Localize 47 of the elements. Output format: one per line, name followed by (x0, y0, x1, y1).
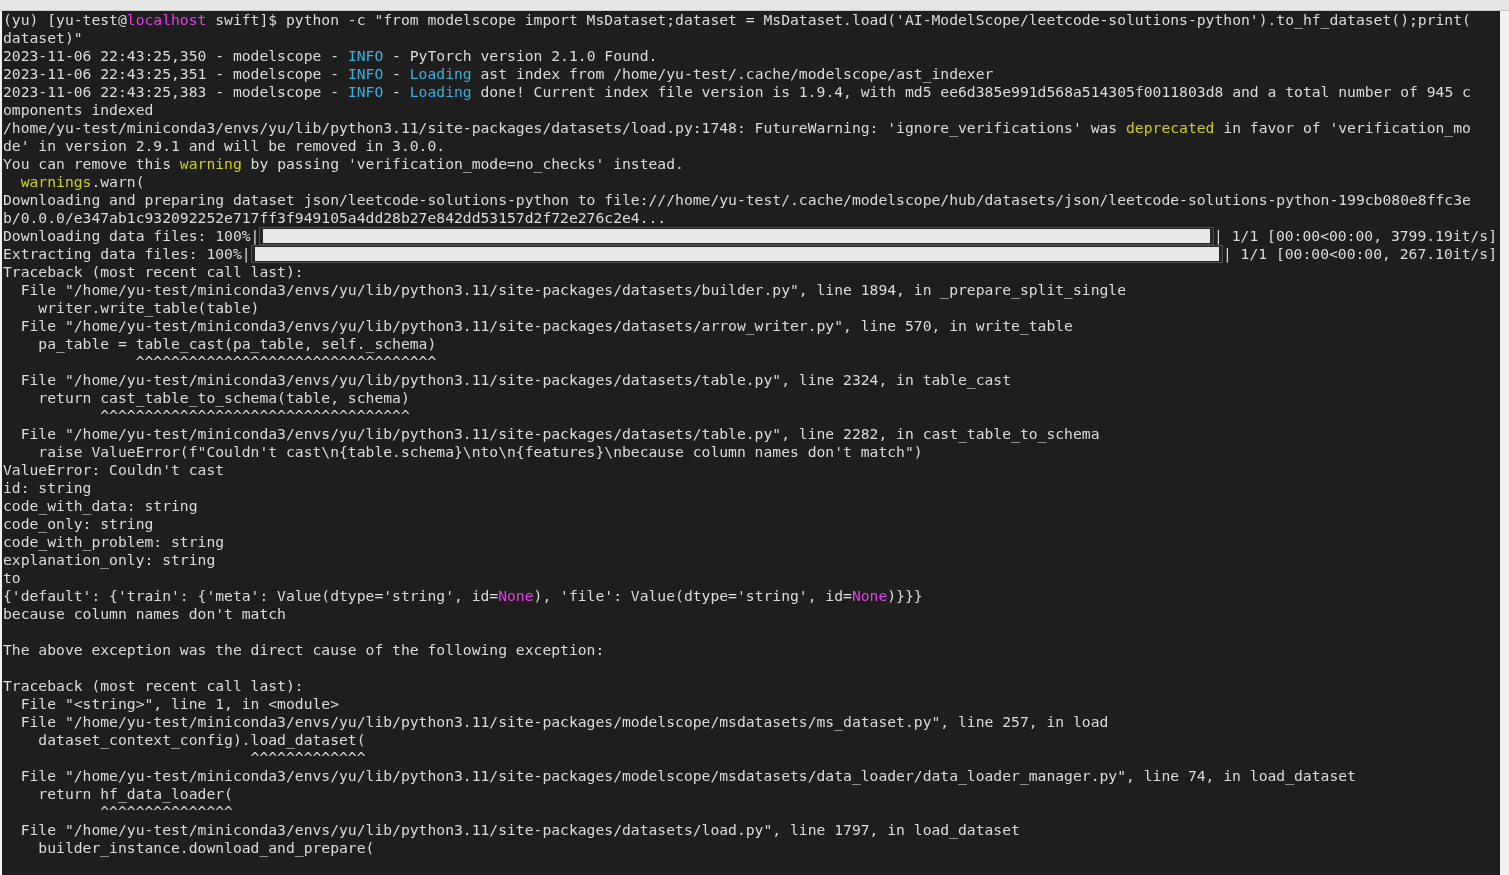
progress-label: Extracting data files: 100%| (3, 245, 251, 263)
error-caret-line: ^^^^^^^^^^^^^^^^^^^^^^^^^^^^^^^^^^^ (99, 407, 411, 425)
error-caret-line: ^^^^^^^^^^^^^^^ (99, 803, 234, 821)
terminal-line: File "/home/yu-test/miniconda3/envs/yu/lib/python3.11/site-packages/modelscope/msdatasets/ms_dataset.py", line 257, in load (19, 713, 1110, 731)
terminal-line: /home/yu-test/miniconda3/envs/yu/lib/python3.11/site-packages/datasets/load.py:1748: FutureWarning: 'ignore_verifications' was deprecated in favor of 'verification_mo (3, 119, 1472, 137)
terminal-line: File "/home/yu-test/miniconda3/envs/yu/lib/python3.11/site-packages/datasets/load.py", line 1797, in load_dataset (19, 821, 1021, 839)
terminal-line: pa_table = table_cast(pa_table, self._schema) (37, 335, 438, 353)
terminal-line: Traceback (most recent call last): (3, 263, 305, 281)
terminal-line: Downloading and preparing dataset json/leetcode-solutions-python to file:///home/yu-test/.cache/modelscope/hub/datasets/json/leetcode-solutions-python-199cb080e8ffc3e (3, 191, 1472, 209)
progress-readout: | 1/1 [00:00<00:00, 3799.19it/s] (1214, 227, 1497, 245)
terminal-line: return hf_data_loader( (37, 785, 234, 803)
terminal-line: File "/home/yu-test/miniconda3/envs/yu/lib/python3.11/site-packages/modelscope/msdatasets/data_loader/data_loader_manager.py", line 74, in load_dataset (19, 767, 1357, 785)
terminal-line: File "/home/yu-test/miniconda3/envs/yu/lib/python3.11/site-packages/datasets/table.py", line 2324, in table_cast (19, 371, 1013, 389)
terminal-line: code_with_problem: string (3, 533, 226, 551)
terminal-line: writer.write_table(table) (37, 299, 261, 317)
terminal-line: dataset_context_config).load_dataset( (37, 731, 367, 749)
terminal-line: File "<string>", line 1, in <module> (19, 695, 341, 713)
terminal-line: File "/home/yu-test/miniconda3/envs/yu/lib/python3.11/site-packages/datasets/arrow_writer.py", line 570, in write_table (19, 317, 1074, 335)
terminal-line: ValueError: Couldn't cast (3, 461, 226, 479)
terminal-line: {'default': {'train': {'meta': Value(dtype='string', id=None), 'file': Value(dtype='string', id=None)}}} (3, 587, 924, 605)
terminal-line: omponents indexed (3, 101, 155, 119)
terminal-line: code_only: string (3, 515, 155, 533)
terminal-line: You can remove this warning by passing 'verification_mode=no_checks' instead. (3, 155, 685, 173)
terminal-line: warnings.warn( (19, 173, 146, 191)
terminal-line: raise ValueError(f"Couldn't cast\n{table.schema}\nto\n{features}\nbecause column names don't match") (37, 443, 924, 461)
terminal-line: b/0.0.0/e347ab1c932092252e717ff3f949105a4dd28b27e842dd53157d2f72e276c2e4... (3, 209, 668, 227)
progress-readout: | 1/1 [00:00<00:00, 267.10it/s] (1222, 245, 1497, 263)
terminal-line: de' in version 2.9.1 and will be removed in 3.0.0. (3, 137, 447, 155)
progress-label: Downloading data files: 100%| (3, 227, 260, 245)
terminal-line: explanation_only: string (3, 551, 217, 569)
terminal-line: builder_instance.download_and_prepare( (37, 839, 376, 857)
terminal-line: code_with_data: string (3, 497, 199, 515)
terminal-line: return cast_table_to_schema(table, schema) (37, 389, 411, 407)
terminal-line: Traceback (most recent call last): (3, 677, 305, 695)
terminal-line: because column names don't match (3, 605, 287, 623)
terminal-line: The above exception was the direct cause of the following exception: (3, 641, 606, 659)
terminal-line: File "/home/yu-test/miniconda3/envs/yu/lib/python3.11/site-packages/datasets/table.py", line 2282, in cast_table_to_schema (19, 425, 1101, 443)
terminal-line: to (3, 569, 22, 587)
terminal-line: (yu) [yu-test@localhost swift]$ python -c "from modelscope import MsDataset;dataset = MsDataset.load('AI-ModelScope/leetcode-solutions-python').to_hf_dataset();print( (3, 11, 1472, 29)
terminal-line: dataset)" (3, 29, 84, 47)
error-caret-line: ^^^^^^^^^^^^^ (249, 749, 367, 767)
terminal-line: 2023-11-06 22:43:25,383 - modelscope - INFO - Loading done! Current index file version is 1.9.4, with md5 ee6d385e991d568a514305f0011803d8 and a total number of 945 c (3, 83, 1472, 101)
error-caret-line: ^^^^^^^^^^^^^^^^^^^^^^^^^^^^^^^^^^ (134, 353, 438, 371)
terminal-line: 2023-11-06 22:43:25,350 - modelscope - INFO - PyTorch version 2.1.0 Found. (3, 47, 659, 65)
terminal-line: id: string (3, 479, 93, 497)
terminal-line: 2023-11-06 22:43:25,351 - modelscope - INFO - Loading ast index from /home/yu-test/.cache/modelscope/ast_indexer (3, 65, 995, 83)
terminal-line: File "/home/yu-test/miniconda3/envs/yu/lib/python3.11/site-packages/datasets/builder.py", line 1894, in _prepare_split_single (19, 281, 1127, 299)
